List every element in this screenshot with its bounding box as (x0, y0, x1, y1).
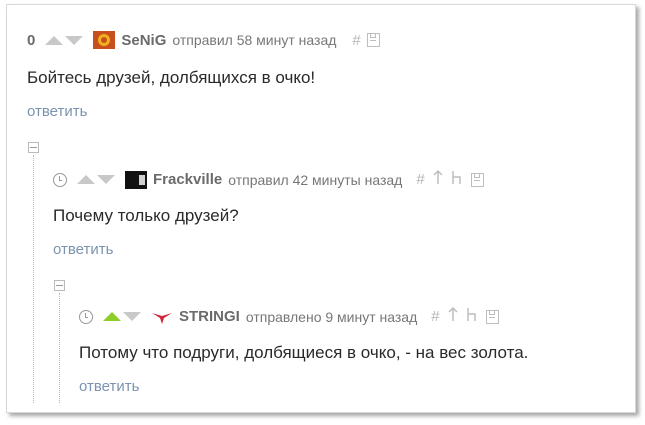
username[interactable]: STRINGI (179, 308, 240, 325)
clock-icon (53, 172, 67, 187)
comment-time: отправил 58 минут назад (172, 32, 337, 48)
username[interactable]: SeNiG (121, 32, 166, 49)
comment-rating: 0 (27, 31, 36, 49)
downvote-icon[interactable] (123, 312, 141, 321)
comment-text: Бойтесь друзей, долбящихся в очко! (27, 68, 316, 87)
comment-header: Frackville отправил 42 минуты назад # (53, 169, 484, 190)
thread-line (59, 293, 60, 403)
comment-header: 0 SeNiG отправил 58 минут назад # (27, 31, 380, 49)
comments-panel: 0 SeNiG отправил 58 минут назад # Бойтес… (6, 4, 636, 413)
downvote-icon[interactable] (97, 175, 115, 184)
save-icon[interactable] (485, 309, 499, 324)
comment-time: отправлено 9 минут назад (245, 308, 418, 325)
avatar[interactable] (93, 31, 116, 49)
branch-icon[interactable] (451, 169, 463, 190)
branch-icon[interactable] (466, 306, 478, 327)
comment-text: Почему только друзей? (53, 206, 239, 225)
reply-link[interactable]: ответить (53, 241, 113, 258)
thread-line (33, 155, 34, 403)
save-icon[interactable] (470, 172, 484, 187)
downvote-icon[interactable] (65, 35, 84, 45)
parent-arrow-icon[interactable] (433, 169, 443, 190)
comment-time: отправил 42 минуты назад (228, 171, 403, 188)
collapse-icon[interactable] (28, 142, 39, 153)
save-icon[interactable] (366, 33, 380, 47)
avatar[interactable] (151, 308, 173, 326)
upvote-icon[interactable] (45, 35, 64, 45)
permalink-hash-icon[interactable]: # (416, 171, 424, 188)
username[interactable]: Frackville (153, 171, 222, 188)
reply-link[interactable]: ответить (79, 378, 139, 395)
comment-text: Потому что подруги, долбящиеся в очко, -… (79, 343, 529, 362)
collapse-icon[interactable] (54, 280, 65, 291)
reply-link[interactable]: ответить (27, 103, 87, 120)
permalink-hash-icon[interactable]: # (352, 32, 360, 49)
clock-icon (79, 309, 93, 324)
comment-header: STRINGI отправлено 9 минут назад # (79, 306, 499, 327)
avatar[interactable] (125, 170, 147, 189)
upvote-icon[interactable] (103, 312, 121, 321)
parent-arrow-icon[interactable] (448, 306, 458, 327)
permalink-hash-icon[interactable]: # (431, 308, 439, 325)
upvote-icon[interactable] (77, 175, 95, 184)
